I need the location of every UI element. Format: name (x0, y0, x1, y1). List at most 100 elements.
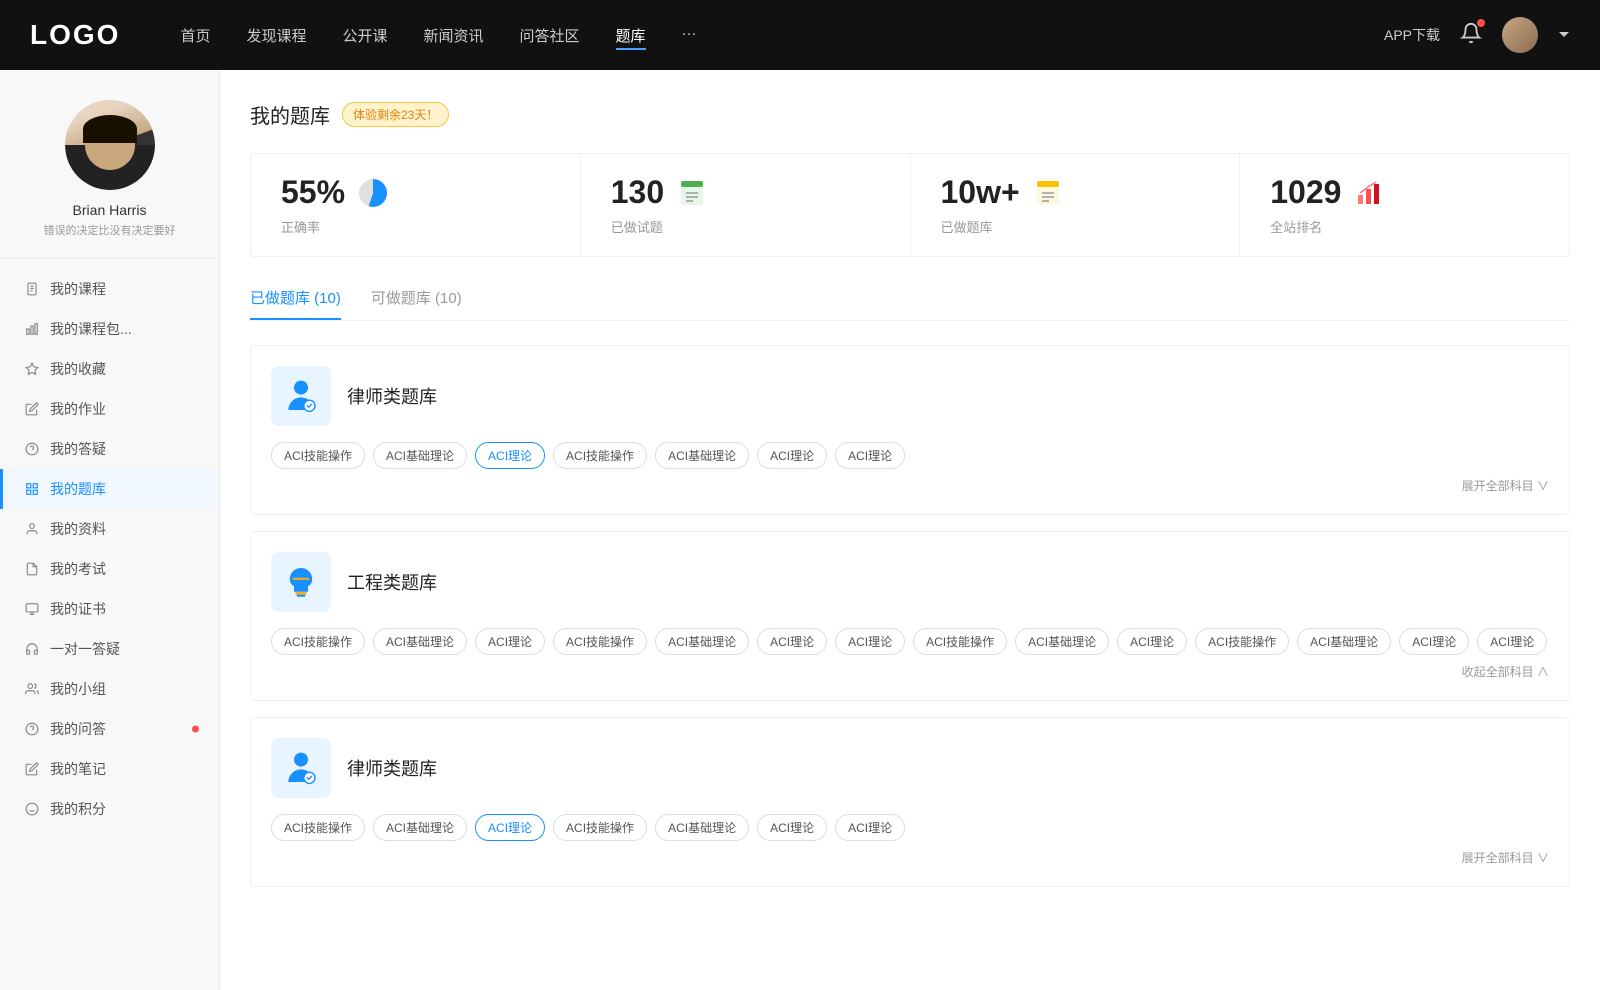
user-dropdown-icon[interactable] (1558, 29, 1570, 41)
bank-tag-1-2[interactable]: ACI理论 (475, 628, 545, 655)
navbar-right: APP下载 (1384, 17, 1570, 53)
bank-tag-2-2[interactable]: ACI理论 (475, 814, 545, 841)
stat-ranking: 1029 全站排名 (1240, 154, 1569, 256)
bank-tag-1-5[interactable]: ACI理论 (757, 628, 827, 655)
bank-name-2: 律师类题库 (347, 755, 437, 781)
bank-tag-2-4[interactable]: ACI基础理论 (655, 814, 749, 841)
sidebar-item-question-bank[interactable]: 我的题库 (0, 469, 219, 509)
sidebar-item-exam[interactable]: 我的考试 (0, 549, 219, 589)
done-banks-label: 已做题库 (941, 217, 1210, 236)
accuracy-label: 正确率 (281, 217, 550, 236)
headset-icon (24, 641, 40, 657)
bank-tag-1-11[interactable]: ACI基础理论 (1297, 628, 1391, 655)
sidebar-item-my-qa[interactable]: 我的问答 (0, 709, 219, 749)
sidebar-item-course-pack[interactable]: 我的课程包... (0, 309, 219, 349)
nav-item-discover[interactable]: 发现课程 (246, 21, 306, 50)
bank-tag-1-6[interactable]: ACI理论 (835, 628, 905, 655)
nav-menu: 首页 发现课程 公开课 新闻资讯 问答社区 题库 ··· (180, 21, 1384, 50)
bank-tag-1-9[interactable]: ACI理论 (1117, 628, 1187, 655)
bank-expand-0[interactable]: 展开全部科目 ∨ (271, 477, 1549, 494)
file-icon (24, 281, 40, 297)
nav-item-opencourse[interactable]: 公开课 (342, 21, 387, 50)
star-icon (24, 361, 40, 377)
accuracy-value: 55% (281, 174, 345, 211)
bank-tag-1-0[interactable]: ACI技能操作 (271, 628, 365, 655)
stat-accuracy: 55% 正确率 (251, 154, 581, 256)
tab-done[interactable]: 已做题库 (10) (250, 287, 341, 320)
bank-tag-0-6[interactable]: ACI理论 (835, 442, 905, 469)
person-icon (24, 521, 40, 537)
homework-icon (24, 401, 40, 417)
bank-collapse-1[interactable]: 收起全部科目 ∧ (271, 663, 1549, 680)
grid-icon (24, 481, 40, 497)
trial-badge: 体验剩余23天！ (342, 102, 449, 127)
avatar-image (1502, 17, 1538, 53)
bank-tag-1-13[interactable]: ACI理论 (1477, 628, 1547, 655)
bank-tag-0-5[interactable]: ACI理论 (757, 442, 827, 469)
avatar (65, 100, 155, 190)
bank-tag-0-1[interactable]: ACI基础理论 (373, 442, 467, 469)
sidebar-item-homework[interactable]: 我的作业 (0, 389, 219, 429)
bank-tag-1-8[interactable]: ACI基础理论 (1015, 628, 1109, 655)
bank-tag-2-5[interactable]: ACI理论 (757, 814, 827, 841)
bank-section-0: 律师类题库 ACI技能操作ACI基础理论ACI理论ACI技能操作ACI基础理论A… (250, 345, 1570, 515)
nav-item-qa[interactable]: 问答社区 (520, 21, 580, 50)
bank-tag-1-3[interactable]: ACI技能操作 (553, 628, 647, 655)
question-circle-icon (24, 441, 40, 457)
sidebar-item-my-course[interactable]: 我的课程 (0, 269, 219, 309)
bank-tag-1-12[interactable]: ACI理论 (1399, 628, 1469, 655)
stat-top-done-q: 130 (611, 174, 880, 211)
navbar: LOGO 首页 发现课程 公开课 新闻资讯 问答社区 题库 ··· APP下载 (0, 0, 1600, 70)
note-green-icon (676, 177, 708, 209)
logo: LOGO (30, 19, 120, 51)
user-profile: Brian Harris 错误的决定比没有决定要好 (0, 100, 219, 259)
nav-item-news[interactable]: 新闻资讯 (424, 21, 484, 50)
bank-section-2: 律师类题库 ACI技能操作 ACI基础理论 ACI理论 ACI技能操作 ACI基础理论 A… (250, 717, 1570, 887)
certificate-icon (24, 601, 40, 617)
notes-icon (24, 761, 40, 777)
bank-tag-1-4[interactable]: ACI基础理论 (655, 628, 749, 655)
notification-dot (1477, 19, 1485, 27)
notification-bell[interactable] (1460, 22, 1482, 49)
nav-item-more[interactable]: ··· (682, 21, 697, 50)
sidebar-item-qa[interactable]: 我的答疑 (0, 429, 219, 469)
bank-tag-1-7[interactable]: ACI技能操作 (913, 628, 1007, 655)
bank-tag-2-0[interactable]: ACI技能操作 (271, 814, 365, 841)
note-yellow-icon (1032, 177, 1064, 209)
bank-tag-2-1[interactable]: ACI基础理论 (373, 814, 467, 841)
bar-chart-red-icon (1353, 177, 1385, 209)
sidebar-item-one-on-one[interactable]: 一对一答疑 (0, 629, 219, 669)
stat-done-banks: 10w+ 已做题库 (911, 154, 1241, 256)
done-banks-value: 10w+ (941, 174, 1020, 211)
bank-tag-1-10[interactable]: ACI技能操作 (1195, 628, 1289, 655)
bank-tags-0: ACI技能操作 ACI基础理论 ACI理论 ACI技能操作 ACI基础理论 ACI理论 AC… (271, 442, 1549, 469)
sidebar-menu: 我的课程 我的课程包... 我的收藏 我的作业 (0, 269, 219, 849)
app-download-button[interactable]: APP下载 (1384, 25, 1440, 45)
sidebar-item-notes[interactable]: 我的笔记 (0, 749, 219, 789)
tab-bar: 已做题库 (10) 可做题库 (10) (250, 287, 1570, 321)
bank-header-1: 工程类题库 (271, 552, 1549, 612)
sidebar-item-group[interactable]: 我的小组 (0, 669, 219, 709)
bank-icon-engineer (271, 552, 331, 612)
bank-tag-0-3[interactable]: ACI技能操作 (553, 442, 647, 469)
bank-tag-0-4[interactable]: ACI基础理论 (655, 442, 749, 469)
sidebar-item-profile[interactable]: 我的资料 (0, 509, 219, 549)
bank-tag-2-6[interactable]: ACI理论 (835, 814, 905, 841)
nav-item-home[interactable]: 首页 (180, 21, 210, 50)
sidebar-item-favorites[interactable]: 我的收藏 (0, 349, 219, 389)
sidebar-item-certificate[interactable]: 我的证书 (0, 589, 219, 629)
tab-available[interactable]: 可做题库 (10) (371, 287, 462, 320)
stat-top-done-b: 10w+ (941, 174, 1210, 211)
bank-tag-2-3[interactable]: ACI技能操作 (553, 814, 647, 841)
sidebar-item-points[interactable]: 我的积分 (0, 789, 219, 829)
ranking-label: 全站排名 (1270, 217, 1539, 236)
user-avatar[interactable] (1502, 17, 1538, 53)
stats-row: 55% 正确率 130 (250, 153, 1570, 257)
bank-tag-0-2[interactable]: ACI理论 (475, 442, 545, 469)
bank-expand-2[interactable]: 展开全部科目 ∨ (271, 849, 1549, 866)
ranking-value: 1029 (1270, 174, 1341, 211)
done-questions-value: 130 (611, 174, 664, 211)
nav-item-questions[interactable]: 题库 (616, 21, 646, 50)
bank-tag-1-1[interactable]: ACI基础理论 (373, 628, 467, 655)
bank-tag-0-0[interactable]: ACI技能操作 (271, 442, 365, 469)
